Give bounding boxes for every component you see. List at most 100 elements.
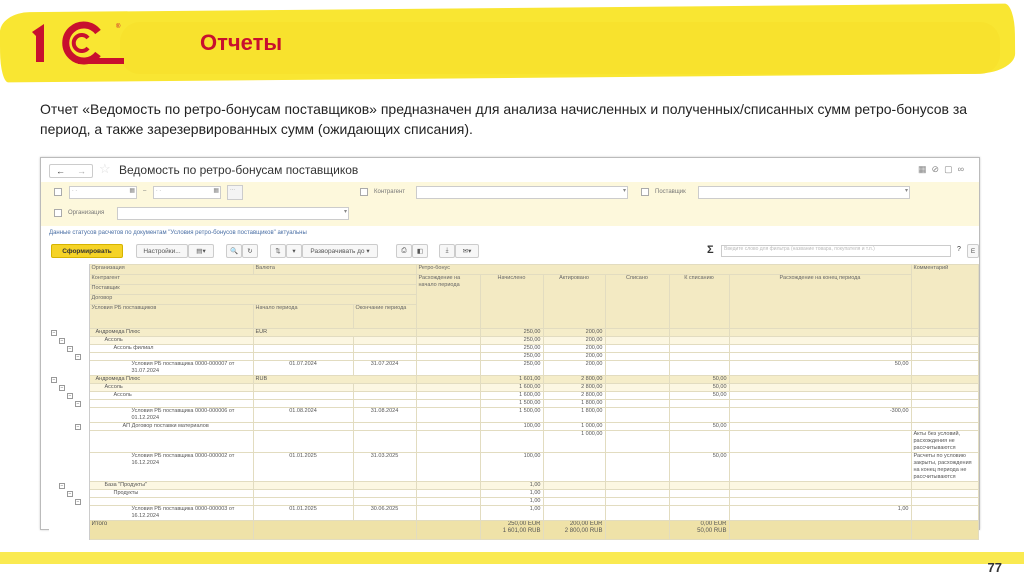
expand-to-dropdown[interactable]: Разворачивать до ▾ xyxy=(302,244,378,258)
collapse-toggle-icon[interactable]: − xyxy=(67,490,73,497)
comment-cell xyxy=(910,422,979,431)
export-button[interactable]: ⤓ xyxy=(439,244,455,258)
comment-cell xyxy=(910,328,979,337)
collapse-toggle-icon[interactable]: − xyxy=(51,329,57,336)
settings-button[interactable]: Настройки... xyxy=(136,244,188,258)
preview-icon[interactable]: ▢ xyxy=(944,164,958,174)
table-row[interactable]: − Продукты 1,00 xyxy=(49,489,979,498)
cell: 1,00 xyxy=(479,505,544,521)
settings-icon[interactable]: ⊘ xyxy=(932,164,945,174)
date-to-input[interactable]: . . ▦ xyxy=(153,186,221,199)
find-button[interactable]: 🔍 xyxy=(226,244,242,258)
table-row[interactable]: − 250,00 200,00 xyxy=(49,352,979,361)
table-row[interactable]: Условия РБ поставщика 0000-000007 от 31.0… xyxy=(49,360,979,376)
period-select-button[interactable]: ... xyxy=(227,185,243,200)
end-cell: 31.08.2024 xyxy=(352,407,417,423)
collapse-toggle-icon[interactable]: − xyxy=(59,482,65,489)
cell: Договор xyxy=(88,294,417,305)
cell xyxy=(604,407,670,423)
collapse-toggle-icon[interactable]: − xyxy=(75,400,81,407)
table-row[interactable]: − АП Договор поставки материалов 100,00 1 0… xyxy=(49,422,979,431)
table-row[interactable]: 1 000,00 Акты без условий, расхождения не… xyxy=(49,430,979,453)
favorite-star-icon[interactable]: ☆ xyxy=(99,161,111,177)
search-input[interactable]: Введите слово для фильтра (название това… xyxy=(721,245,951,257)
tree-gutter: − xyxy=(49,399,90,408)
collapse-toggle-icon[interactable]: − xyxy=(51,376,57,383)
calendar-icon[interactable]: ▦ xyxy=(129,187,135,194)
table-row[interactable]: − Андромеда Плюс EUR 250,00 200,00 xyxy=(49,328,979,337)
tree-gutter xyxy=(49,360,90,376)
group-button[interactable]: ⇅ xyxy=(270,244,286,258)
table-row[interactable]: − Ассоль 250,00 200,00 xyxy=(49,336,979,345)
sum-icon[interactable]: Σ xyxy=(707,244,714,256)
collapse-toggle-icon[interactable]: − xyxy=(67,345,73,352)
cell: 1,00 xyxy=(479,481,544,490)
forward-button[interactable]: → xyxy=(77,166,86,176)
table-row[interactable]: − Ассоль филиал 250,00 200,00 xyxy=(49,344,979,353)
end-cell xyxy=(352,391,417,400)
collapse-toggle-icon[interactable]: − xyxy=(67,392,73,399)
diff-start-cell xyxy=(415,407,481,423)
variants-button[interactable]: ▤▾ xyxy=(188,244,214,258)
dropdown-icon[interactable]: ▾ xyxy=(623,187,626,194)
table-row[interactable]: − База "Продукты" 1,00 xyxy=(49,481,979,490)
collapse-toggle-icon[interactable]: − xyxy=(59,384,65,391)
calendar-icon[interactable]: ▦ xyxy=(213,187,219,194)
supplier-checkbox[interactable] xyxy=(641,188,649,196)
total-value: 1 601,00 RUB xyxy=(502,528,541,534)
preview-button[interactable]: ◧ xyxy=(412,244,428,258)
date-from-input[interactable]: . . ▦ xyxy=(69,186,137,199)
supplier-input[interactable]: ▾ xyxy=(698,186,910,199)
table-row[interactable]: Условия РБ поставщика 0000-000006 от 01.1… xyxy=(49,407,979,423)
cell xyxy=(728,383,912,392)
generate-button[interactable]: Сформировать xyxy=(51,244,123,258)
back-button[interactable]: ← xyxy=(56,166,65,176)
start-cell xyxy=(252,399,354,408)
table-row[interactable]: Условия РБ поставщика 0000-000002 от 16.1… xyxy=(49,452,979,482)
report-window: ← → ☆ Ведомость по ретро-бонусам поставщ… xyxy=(40,157,980,540)
table-row[interactable]: Условия РБ поставщика 0000-000003 от 16.1… xyxy=(49,505,979,521)
print-button[interactable]: ⎙ xyxy=(396,244,412,258)
collapse-toggle-icon[interactable]: − xyxy=(59,337,65,344)
organization-input[interactable]: ▾ xyxy=(117,207,349,220)
diff-start-cell xyxy=(415,375,481,384)
collapse-toggle-icon[interactable]: − xyxy=(75,353,81,360)
filter-button[interactable]: ▾ xyxy=(286,244,302,258)
period-checkbox[interactable] xyxy=(54,188,62,196)
link-icon[interactable]: ∞ xyxy=(958,164,969,174)
start-cell: 01.07.2024 xyxy=(252,360,354,376)
row-label: Ассоль xyxy=(104,337,123,344)
dropdown-icon[interactable]: ▾ xyxy=(905,187,908,194)
svg-text:®: ® xyxy=(116,23,121,30)
cell xyxy=(604,497,670,506)
contractor-checkbox[interactable] xyxy=(360,188,368,196)
cell: 50,00 xyxy=(668,422,730,431)
cell xyxy=(668,407,730,423)
save-icon[interactable]: ▦ xyxy=(918,164,932,174)
row-name: База "Продукты" xyxy=(88,481,254,490)
comment-cell xyxy=(910,383,979,392)
status-info-link[interactable]: Данные статусов расчетов по документам "… xyxy=(49,230,307,236)
diff-start-cell xyxy=(415,391,481,400)
collapse-toggle-icon[interactable]: − xyxy=(75,423,81,430)
diff-start-cell xyxy=(415,352,481,361)
organization-checkbox[interactable] xyxy=(54,209,62,217)
cell xyxy=(728,520,912,540)
table-row[interactable]: − 1 500,00 1 800,00 xyxy=(49,399,979,408)
table-row[interactable]: − Ассоль 1 600,00 2 800,00 50,00 xyxy=(49,383,979,392)
help-button[interactable]: ? xyxy=(957,246,961,253)
table-row[interactable]: − Ассоль 1 600,00 2 800,00 50,00 xyxy=(49,391,979,400)
cell: 200,00 xyxy=(542,360,606,376)
refresh-button[interactable]: ↻ xyxy=(242,244,258,258)
more-button[interactable]: Е xyxy=(967,244,979,258)
collapse-toggle-icon[interactable]: − xyxy=(75,498,81,505)
tree-gutter: − xyxy=(49,336,90,345)
contractor-input[interactable]: ▾ xyxy=(416,186,628,199)
send-button[interactable]: ✉▾ xyxy=(455,244,479,258)
end-cell: 31.03.2025 xyxy=(352,452,417,482)
table-row[interactable]: − Андромеда Плюс RUB 1 601,00 2 800,00 50,00 xyxy=(49,375,979,384)
comment-cell xyxy=(910,344,979,353)
end-cell xyxy=(352,497,417,506)
dropdown-icon[interactable]: ▾ xyxy=(344,208,347,215)
table-row[interactable]: − 1,00 xyxy=(49,497,979,506)
